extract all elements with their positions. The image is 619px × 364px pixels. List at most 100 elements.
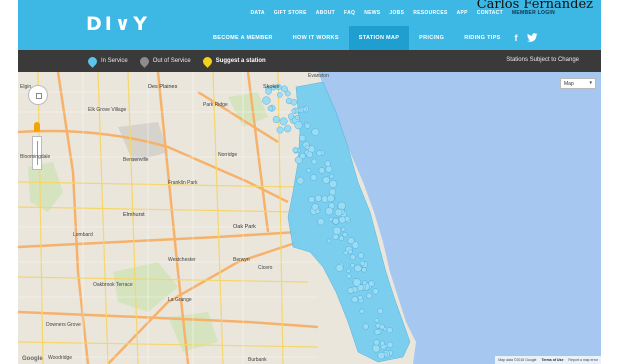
station-pin-icon[interactable] <box>304 145 310 150</box>
station-pin-icon[interactable] <box>317 218 325 226</box>
station-pin-icon[interactable] <box>354 264 362 273</box>
station-pin-icon[interactable] <box>279 117 288 126</box>
station-pin-icon[interactable] <box>337 201 346 211</box>
util-link-jobs[interactable]: JOBS <box>389 10 404 16</box>
divvy-logo[interactable]: DI∨Y <box>86 13 150 35</box>
station-pin-icon[interactable] <box>346 273 352 279</box>
station-pin-icon[interactable] <box>362 323 369 330</box>
station-pin-icon[interactable] <box>357 252 364 259</box>
station-pin-icon[interactable] <box>294 121 303 130</box>
station-pin-icon[interactable] <box>386 327 393 334</box>
station-pin-icon[interactable] <box>379 324 385 330</box>
station-pin-icon[interactable] <box>311 128 320 136</box>
twitter-icon[interactable] <box>526 32 538 44</box>
map-zoom-slider[interactable] <box>32 136 42 170</box>
station-pin-icon[interactable] <box>291 108 297 114</box>
nav-riding-tips[interactable]: RIDING TIPS <box>454 26 510 50</box>
station-pin-icon[interactable] <box>290 99 298 106</box>
station-pin-icon[interactable] <box>276 91 283 98</box>
station-pin-icon[interactable] <box>310 174 318 181</box>
station-pin-icon[interactable] <box>329 174 335 179</box>
station-pin-icon[interactable] <box>342 232 348 238</box>
station-pin-icon[interactable] <box>366 292 373 299</box>
station-pin-icon[interactable] <box>379 340 385 346</box>
station-pin-icon[interactable] <box>294 115 300 120</box>
util-link-about[interactable]: ABOUT <box>316 10 335 16</box>
station-pin-icon[interactable] <box>318 167 326 174</box>
legend-out-of-service[interactable]: Out of Service <box>137 54 191 68</box>
station-pin-icon[interactable] <box>359 260 366 266</box>
station-pin-icon[interactable] <box>329 179 338 188</box>
station-pin-icon[interactable] <box>296 176 305 185</box>
station-pin-icon[interactable] <box>372 344 380 353</box>
station-pin-icon[interactable] <box>334 208 343 217</box>
station-pin-icon[interactable] <box>368 280 375 287</box>
station-pin-icon[interactable] <box>343 250 349 256</box>
station-pin-icon[interactable] <box>347 287 354 294</box>
station-pin-icon[interactable] <box>357 295 363 301</box>
station-pin-icon[interactable] <box>326 238 332 244</box>
util-link-gift-store[interactable]: GIFT STORE <box>274 10 307 16</box>
station-pin-icon[interactable] <box>346 268 351 274</box>
station-pin-icon[interactable] <box>325 165 333 173</box>
station-pin-icon[interactable] <box>298 134 306 142</box>
util-link-news[interactable]: NEWS <box>364 10 380 16</box>
street-view-pegman-icon[interactable] <box>34 122 40 132</box>
station-pin-icon[interactable] <box>338 216 346 224</box>
station-pin-icon[interactable] <box>306 168 312 173</box>
station-pin-icon[interactable] <box>335 264 344 272</box>
station-pin-icon[interactable] <box>280 85 288 93</box>
util-link-data[interactable]: DATA <box>250 10 264 16</box>
station-pin-icon[interactable] <box>377 351 385 360</box>
station-pin-icon[interactable] <box>315 208 321 214</box>
facebook-icon[interactable]: f <box>515 33 518 43</box>
station-pin-icon[interactable] <box>374 329 381 336</box>
nav-how-it-works[interactable]: HOW IT WORKS <box>283 26 349 50</box>
station-map[interactable]: Map Des Plaines Park Ridge Skokie Evanst… <box>18 72 601 364</box>
nav-station-map[interactable]: STATION MAP <box>348 26 410 50</box>
station-pin-icon[interactable] <box>386 341 394 349</box>
station-pin-icon[interactable] <box>347 249 353 255</box>
station-pin-icon[interactable] <box>329 188 337 196</box>
station-pin-icon[interactable] <box>325 207 334 216</box>
station-pin-icon[interactable] <box>299 152 306 160</box>
station-pin-icon[interactable] <box>362 280 368 285</box>
station-pin-icon[interactable] <box>374 317 380 323</box>
station-pin-icon[interactable] <box>314 194 322 202</box>
station-pin-icon[interactable] <box>347 237 355 245</box>
suggest-station-button[interactable]: Suggest a station <box>200 54 266 68</box>
report-map-error-link[interactable]: Report a map error <box>568 358 598 362</box>
station-pin-icon[interactable] <box>338 235 345 241</box>
station-pin-icon[interactable] <box>361 267 367 273</box>
station-pin-icon[interactable] <box>373 339 380 346</box>
station-pin-icon[interactable] <box>350 254 356 260</box>
map-type-select[interactable]: Map <box>560 78 596 89</box>
station-pin-icon[interactable] <box>372 288 379 295</box>
station-pin-icon[interactable] <box>341 227 346 232</box>
nav-pricing[interactable]: PRICING <box>409 26 454 50</box>
station-pin-icon[interactable] <box>377 308 384 315</box>
nav-become-a-member[interactable]: BECOME A MEMBER <box>203 26 283 50</box>
legend-in-service[interactable]: In Service <box>86 54 128 68</box>
station-pin-icon[interactable] <box>359 308 365 314</box>
station-pin-icon[interactable] <box>332 217 340 225</box>
station-pin-icon[interactable] <box>272 116 280 124</box>
station-pin-icon[interactable] <box>267 105 274 112</box>
station-pin-icon[interactable] <box>292 147 299 153</box>
station-pin-icon[interactable] <box>322 176 330 184</box>
util-link-faq[interactable]: FAQ <box>344 10 355 16</box>
map-canvas[interactable] <box>18 72 601 364</box>
station-pin-icon[interactable] <box>316 150 323 157</box>
station-pin-icon[interactable] <box>324 160 331 167</box>
station-pin-icon[interactable] <box>306 151 313 158</box>
terms-of-use-link[interactable]: Terms of Use <box>542 358 564 362</box>
station-pin-icon[interactable] <box>262 96 271 105</box>
station-pin-icon[interactable] <box>332 226 342 235</box>
station-pin-icon[interactable] <box>357 284 365 291</box>
station-pin-icon[interactable] <box>284 125 292 133</box>
util-link-resources[interactable]: RESOURCES <box>413 10 447 16</box>
station-pin-icon[interactable] <box>326 194 335 203</box>
station-pin-icon[interactable] <box>351 296 359 303</box>
station-pin-icon[interactable] <box>311 158 318 165</box>
station-pin-icon[interactable] <box>350 263 355 268</box>
